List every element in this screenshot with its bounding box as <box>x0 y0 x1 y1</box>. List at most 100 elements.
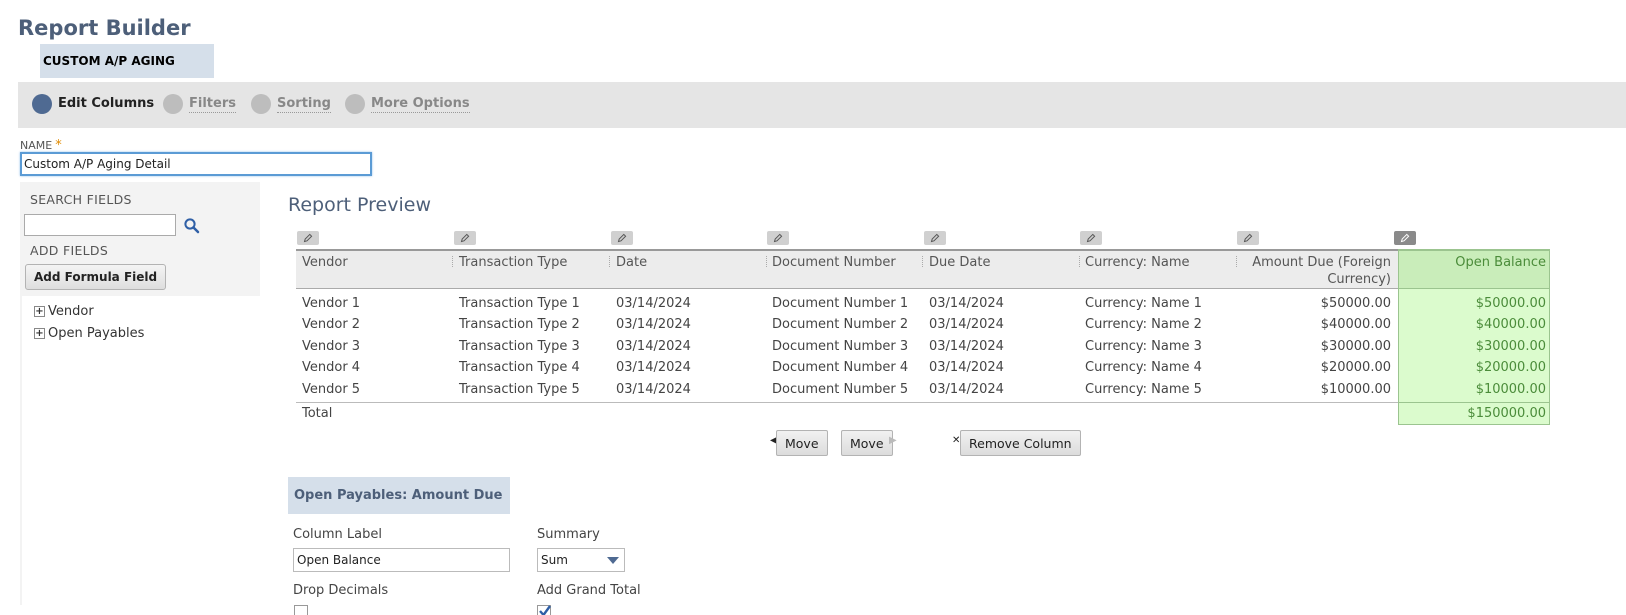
move-left-button[interactable]: Move <box>776 430 828 456</box>
table-cell: Transaction Type 4 <box>459 360 580 375</box>
step-sorting[interactable]: Sorting <box>251 92 331 116</box>
column-header[interactable]: Currency: Name <box>1085 254 1190 271</box>
summary-label: Summary <box>537 527 600 542</box>
step-indicator-icon <box>345 94 365 114</box>
edit-column-button[interactable] <box>1237 231 1259 245</box>
step-label: Sorting <box>277 95 331 113</box>
step-label: Edit Columns <box>58 96 155 111</box>
column-resize-handle[interactable] <box>766 256 767 267</box>
grand-total-checkbox[interactable] <box>537 605 551 615</box>
move-right-button[interactable]: Move <box>841 430 893 456</box>
drop-decimals-label: Drop Decimals <box>293 583 389 598</box>
search-input[interactable] <box>24 214 176 236</box>
table-cell: Document Number 2 <box>772 317 909 332</box>
pencil-icon <box>930 233 940 243</box>
column-header[interactable]: Due Date <box>929 254 990 271</box>
add-formula-field-button[interactable]: Add Formula Field <box>25 264 167 290</box>
field-panel: SEARCH FIELDS ADD FIELDS Add Formula Fie… <box>20 182 260 605</box>
table-cell: 03/14/2024 <box>616 360 691 375</box>
drop-decimals-checkbox[interactable] <box>294 605 308 615</box>
total-value: $150000.00 <box>1467 406 1546 421</box>
search-fields-heading: SEARCH FIELDS <box>30 192 132 207</box>
summary-select[interactable]: Sum <box>537 548 625 572</box>
table-cell: $20000.00 <box>1320 360 1391 375</box>
edit-column-button[interactable] <box>767 231 789 245</box>
pencil-icon <box>1400 233 1410 243</box>
column-resize-handle[interactable] <box>922 256 923 267</box>
table-cell: $10000.00 <box>1475 382 1546 397</box>
expand-icon[interactable]: + <box>34 328 45 339</box>
table-cell: Currency: Name 2 <box>1085 317 1202 332</box>
step-indicator-icon <box>163 94 183 114</box>
table-cell: 03/14/2024 <box>929 296 1004 311</box>
column-resize-handle[interactable] <box>609 256 610 267</box>
page-title: Report Builder <box>18 16 191 40</box>
table-cell: 03/14/2024 <box>929 339 1004 354</box>
column-label-input[interactable] <box>293 548 510 572</box>
table-cell: Document Number 1 <box>772 296 909 311</box>
table-cell: 03/14/2024 <box>616 339 691 354</box>
pencil-icon <box>617 233 627 243</box>
edit-column-button[interactable] <box>297 231 319 245</box>
total-divider <box>296 402 1398 403</box>
table-cell: 03/14/2024 <box>616 317 691 332</box>
required-mark: * <box>55 138 62 153</box>
step-bar: Edit Columns Filters Sorting More Option… <box>18 82 1626 128</box>
column-header[interactable]: Vendor <box>302 254 348 271</box>
total-label: Total <box>302 406 333 421</box>
table-cell: Vendor 2 <box>302 317 361 332</box>
table-cell: Vendor 1 <box>302 296 361 311</box>
column-header[interactable]: Document Number <box>772 254 896 271</box>
move-right-arrow-icon: ▶ <box>889 435 897 446</box>
report-name-input[interactable] <box>20 152 372 176</box>
table-cell: Document Number 5 <box>772 382 909 397</box>
edit-column-button[interactable] <box>924 231 946 245</box>
column-label-label: Column Label <box>293 527 382 542</box>
checkmark-icon <box>539 605 551 615</box>
table-cell: Vendor 3 <box>302 339 361 354</box>
edit-column-button[interactable] <box>1080 231 1102 245</box>
column-resize-handle[interactable] <box>1079 256 1080 267</box>
expand-icon[interactable]: + <box>34 306 45 317</box>
step-edit-columns[interactable]: Edit Columns <box>32 92 154 116</box>
pencil-icon <box>460 233 470 243</box>
field-tree: + Vendor + Open Payables <box>22 296 260 605</box>
step-label: Filters <box>189 95 236 113</box>
tree-item-open-payables[interactable]: + Open Payables <box>34 326 144 341</box>
table-cell: Transaction Type 5 <box>459 382 580 397</box>
table-cell: 03/14/2024 <box>616 296 691 311</box>
table-cell: $40000.00 <box>1475 317 1546 332</box>
table-cell: Transaction Type 2 <box>459 317 580 332</box>
edit-column-button[interactable] <box>611 231 633 245</box>
remove-column-button[interactable]: Remove Column <box>960 430 1081 456</box>
table-cell: 03/14/2024 <box>929 317 1004 332</box>
edit-column-button[interactable] <box>454 231 476 245</box>
pencil-icon <box>1243 233 1253 243</box>
table-cell: 03/14/2024 <box>929 382 1004 397</box>
add-fields-heading: ADD FIELDS <box>30 243 109 258</box>
column-header-selected[interactable]: Open Balance <box>1400 254 1546 271</box>
table-cell: Transaction Type 3 <box>459 339 580 354</box>
column-header[interactable]: Amount Due (Foreign Currency) <box>1236 254 1391 288</box>
total-divider <box>1398 402 1550 403</box>
table-cell: Document Number 3 <box>772 339 909 354</box>
table-cell: Vendor 4 <box>302 360 361 375</box>
edit-column-button[interactable] <box>1394 231 1416 245</box>
table-cell: 03/14/2024 <box>929 360 1004 375</box>
step-indicator-icon <box>32 94 52 114</box>
grand-total-label: Add Grand Total <box>537 583 641 598</box>
step-filters[interactable]: Filters <box>163 92 236 116</box>
table-cell: Currency: Name 1 <box>1085 296 1202 311</box>
table-cell: Document Number 4 <box>772 360 909 375</box>
table-cell: Currency: Name 5 <box>1085 382 1202 397</box>
column-header[interactable]: Transaction Type <box>459 254 567 271</box>
table-cell: Currency: Name 3 <box>1085 339 1202 354</box>
column-header[interactable]: Date <box>616 254 647 271</box>
search-icon[interactable] <box>183 217 201 235</box>
tree-item-vendor[interactable]: + Vendor <box>34 304 94 319</box>
step-more-options[interactable]: More Options <box>345 92 470 116</box>
report-name-tab[interactable]: CUSTOM A/P AGING DETAIL <box>40 44 214 102</box>
column-resize-handle[interactable] <box>452 256 453 267</box>
name-label: NAME * <box>20 138 62 153</box>
table-cell: $10000.00 <box>1320 382 1391 397</box>
